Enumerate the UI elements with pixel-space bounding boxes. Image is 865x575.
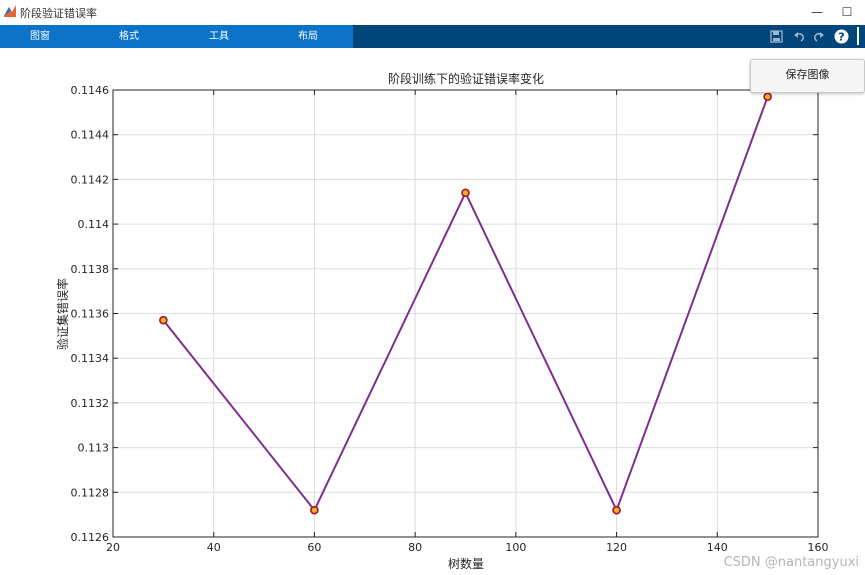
x-tick-label: 160 <box>808 541 829 554</box>
x-tick-label: 60 <box>307 541 321 554</box>
series-line <box>162 96 769 512</box>
y-tick-label: 0.114 <box>78 218 110 231</box>
y-tick-label: 0.1136 <box>71 308 110 321</box>
x-tick-label: 140 <box>707 541 728 554</box>
y-tick-label: 0.1126 <box>71 531 110 544</box>
data-point <box>159 315 168 325</box>
x-tick-label: 120 <box>606 541 627 554</box>
y-tick-label: 0.1132 <box>71 397 110 410</box>
y-tick-label: 0.1138 <box>71 263 110 276</box>
y-tick-label: 0.113 <box>78 442 110 455</box>
save-image-button[interactable]: 保存图像 <box>750 59 865 93</box>
x-tick-label: 40 <box>207 541 221 554</box>
watermark: CSDN @nantangyuxi <box>723 555 859 570</box>
x-tick-label: 80 <box>408 541 422 554</box>
x-axis-label: 树数量 <box>448 556 484 571</box>
y-tick-label: 0.1134 <box>71 352 110 365</box>
y-tick-label: 0.1146 <box>71 84 110 97</box>
y-tick-label: 0.1128 <box>71 486 110 499</box>
chart-title: 阶段训练下的验证错误率变化 <box>388 71 544 86</box>
y-tick-label: 0.1144 <box>71 129 110 142</box>
x-tick-label: 100 <box>505 541 526 554</box>
ticks: 20 40 60 80 100 120 140 1600.11260.11280.1130.1… <box>71 84 829 554</box>
series <box>159 92 772 515</box>
data-point <box>461 188 470 198</box>
y-axis-label: 验证集错误率 <box>55 278 70 350</box>
grid-lines <box>112 89 819 538</box>
data-point <box>310 505 319 515</box>
data-point <box>612 505 621 515</box>
y-tick-label: 0.1142 <box>71 173 110 186</box>
line-chart: 20 40 60 80 100 120 140 1600.11260.11280.1130.1… <box>55 71 829 571</box>
data-point <box>763 92 772 102</box>
